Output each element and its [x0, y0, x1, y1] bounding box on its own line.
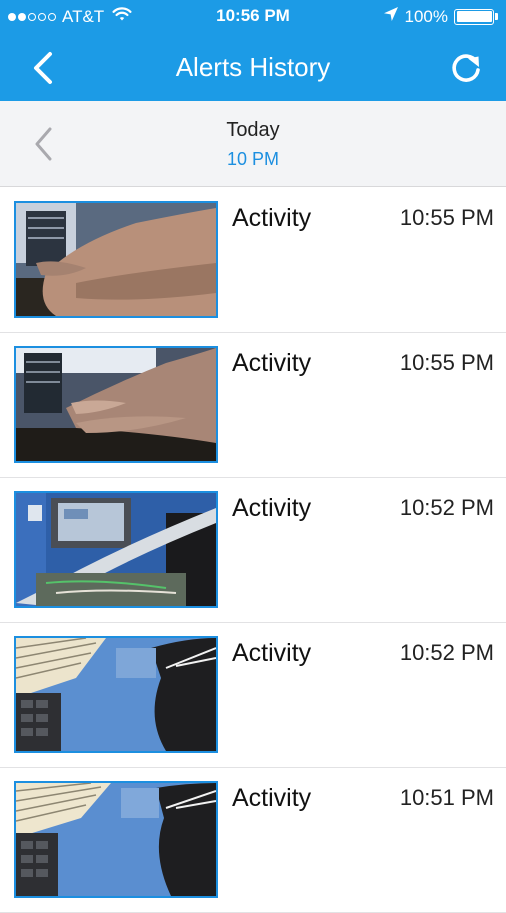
battery-icon [454, 8, 498, 25]
alert-time: 10:52 PM [399, 495, 494, 520]
alerts-list: Activity 10:55 PM Activity 10:55 PM Acti… [0, 188, 506, 913]
alert-label: Activity [232, 349, 312, 377]
alert-thumbnail[interactable] [14, 491, 218, 608]
alert-label: Activity [232, 784, 312, 812]
alert-list-item[interactable]: Activity 10:52 PM [0, 478, 506, 623]
navigation-bar: Alerts History [0, 34, 506, 101]
status-bar: AT&T 10:56 PM 100% [0, 0, 506, 34]
location-arrow-icon [383, 6, 399, 27]
battery-percent: 100% [404, 6, 448, 26]
alert-thumbnail[interactable] [14, 346, 218, 463]
alert-label: Activity [232, 494, 312, 522]
alert-time: 10:52 PM [399, 640, 494, 665]
alert-label: Activity [232, 639, 312, 667]
alert-thumbnail[interactable] [14, 201, 218, 318]
alert-thumbnail[interactable] [14, 636, 218, 753]
alert-list-item[interactable]: Activity 10:55 PM [0, 188, 506, 333]
alert-time: 10:55 PM [399, 205, 494, 230]
alert-time: 10:55 PM [399, 350, 494, 375]
alert-list-item[interactable]: Activity 10:55 PM [0, 333, 506, 478]
alert-list-item[interactable]: Activity 10:51 PM [0, 768, 506, 913]
date-day-label: Today [226, 119, 280, 141]
date-hour-label: 10 PM [226, 149, 280, 169]
refresh-button[interactable] [446, 48, 486, 88]
alert-label: Activity [232, 204, 312, 232]
refresh-icon [452, 54, 480, 82]
date-selector: Today 10 PM [0, 101, 506, 187]
page-title: Alerts History [175, 52, 331, 82]
alert-thumbnail[interactable] [14, 781, 218, 898]
alert-time: 10:51 PM [399, 785, 494, 810]
status-right: 100% [383, 6, 498, 27]
alert-list-item[interactable]: Activity 10:52 PM [0, 623, 506, 768]
